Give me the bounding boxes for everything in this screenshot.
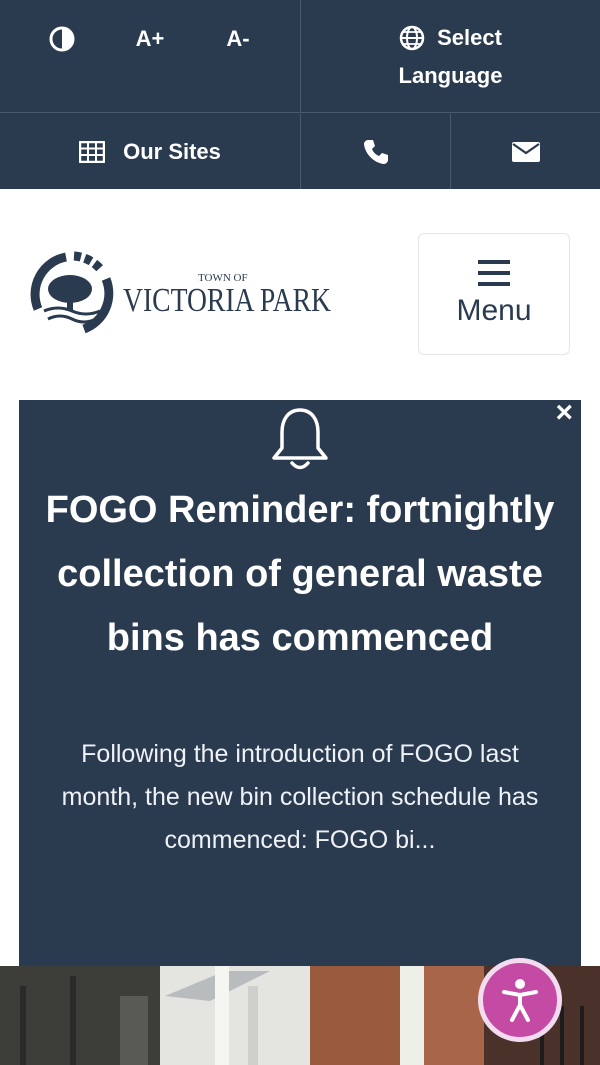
email-button[interactable] — [451, 114, 600, 189]
logo-emblem — [30, 251, 114, 334]
logo-victoria-park: VICTORIA PARK — [123, 282, 331, 319]
font-increase-button[interactable]: A+ — [118, 18, 182, 60]
accessibility-button[interactable] — [478, 958, 562, 1042]
phone-button[interactable] — [301, 114, 450, 189]
font-decrease-button[interactable]: A- — [206, 18, 270, 60]
contrast-icon — [49, 26, 75, 52]
menu-label: Menu — [456, 294, 532, 327]
globe-icon — [399, 25, 425, 50]
utility-row-tools: A+ A- Select Language — [0, 0, 600, 113]
utility-bar: A+ A- Select Language Our Sites — [0, 0, 600, 189]
accessibility-icon — [502, 979, 538, 1022]
select-language-label-2: Language — [398, 62, 503, 88]
select-language-button[interactable]: Select Language — [301, 0, 600, 113]
utility-row-links: Our Sites — [0, 114, 600, 189]
close-icon[interactable]: × — [555, 398, 573, 428]
our-sites-label: Our Sites — [123, 138, 221, 164]
contrast-toggle-button[interactable] — [30, 18, 94, 60]
alert-title[interactable]: FOGO Reminder: fortnightly collection of… — [39, 478, 561, 670]
alert-banner: × FOGO Reminder: fortnightly collection … — [19, 398, 581, 966]
our-sites-button[interactable]: Our Sites — [0, 114, 300, 189]
menu-button[interactable]: Menu — [418, 233, 570, 355]
envelope-icon — [511, 141, 540, 162]
select-language-label: Select — [437, 24, 502, 50]
victoria-park-logo[interactable]: TOWN OF VICTORIA PARK — [28, 249, 338, 339]
site-header: TOWN OF VICTORIA PARK Menu — [0, 189, 600, 400]
grid-icon — [79, 140, 106, 163]
phone-icon — [363, 139, 388, 164]
alert-body: Following the introduction of FOGO last … — [61, 740, 539, 854]
hamburger-icon — [478, 260, 510, 286]
bell-icon — [272, 408, 328, 470]
